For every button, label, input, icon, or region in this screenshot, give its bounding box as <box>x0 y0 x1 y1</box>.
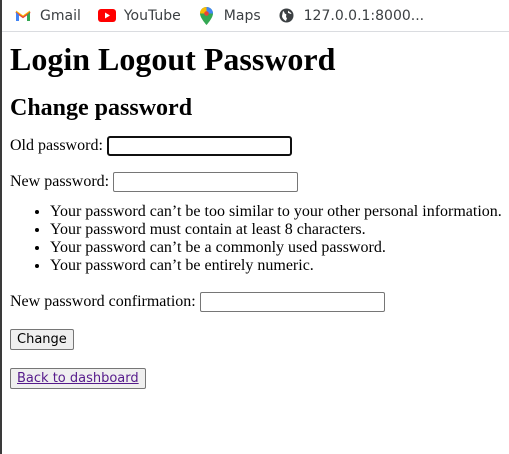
window-edge <box>0 0 2 454</box>
bookmarks-bar: Gmail YouTube Maps 127.0.0.1:8000... <box>0 0 509 32</box>
gmail-icon <box>14 7 32 25</box>
confirm-password-row: New password confirmation: <box>10 292 509 312</box>
bookmark-label: Gmail <box>40 7 81 24</box>
confirm-password-label: New password confirmation: <box>10 293 196 310</box>
new-password-field[interactable] <box>113 172 299 192</box>
bookmark-localhost[interactable]: 127.0.0.1:8000... <box>278 7 425 25</box>
password-help-list: Your password can’t be too similar to yo… <box>10 203 509 275</box>
bookmark-maps[interactable]: Maps <box>198 6 261 25</box>
list-item: Your password can’t be entirely numeric. <box>50 257 509 275</box>
youtube-icon <box>97 7 116 25</box>
page-title: Login Logout Password <box>10 41 336 77</box>
list-item: Your password can’t be a commonly used p… <box>50 239 509 257</box>
old-password-field[interactable] <box>106 136 292 156</box>
maps-icon <box>198 6 216 25</box>
new-password-label: New password: <box>10 173 110 190</box>
bookmark-label: Maps <box>223 7 261 24</box>
bookmark-youtube[interactable]: YouTube <box>97 7 181 25</box>
bookmark-label: YouTube <box>123 7 181 24</box>
page-content: Login Logout Password Change password Ol… <box>0 41 509 389</box>
change-button[interactable]: Change <box>10 329 74 350</box>
bookmark-gmail[interactable]: Gmail <box>14 7 81 25</box>
list-item: Your password can’t be too similar to yo… <box>50 203 509 221</box>
old-password-row: Old password: <box>10 136 509 156</box>
globe-icon <box>278 7 296 25</box>
bookmark-label: 127.0.0.1:8000... <box>303 7 425 24</box>
new-password-row: New password: <box>10 172 509 192</box>
confirm-password-field[interactable] <box>199 292 385 312</box>
old-password-label: Old password: <box>10 137 103 154</box>
back-to-dashboard-link[interactable]: Back to dashboard <box>17 371 139 386</box>
page-subtitle: Change password <box>10 95 193 121</box>
list-item: Your password must contain at least 8 ch… <box>50 221 509 239</box>
back-to-dashboard-button[interactable]: Back to dashboard <box>10 368 146 389</box>
